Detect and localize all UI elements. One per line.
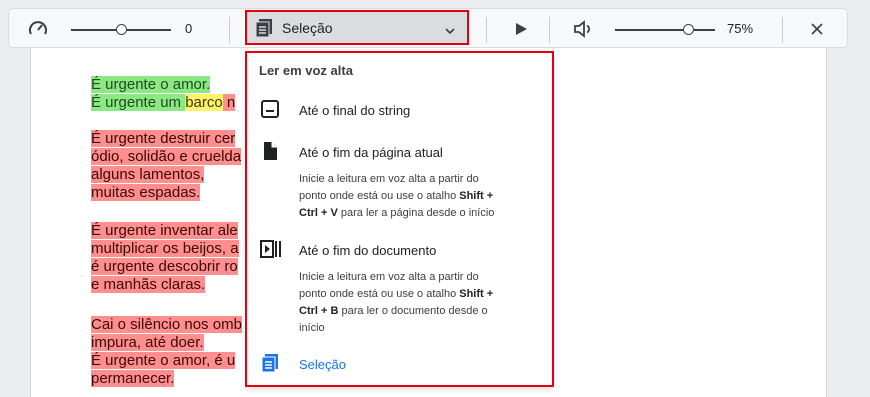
poem-line: multiplicar os beijos, a <box>91 240 239 258</box>
read-aloud-menu: Ler em voz alta Até o final do string At… <box>245 51 554 387</box>
menu-item-label: Até o final do string <box>299 103 411 118</box>
shortcut-text: Shift + <box>459 190 494 202</box>
highlighted-text: É urgente o amor, é u <box>91 352 236 369</box>
toolbar-divider <box>229 17 230 43</box>
close-icon[interactable] <box>807 19 827 39</box>
reading-mode-dropdown[interactable]: Seleção <box>245 10 469 45</box>
shortcut-text: Ctrl + B <box>299 305 339 317</box>
poem-line: impura, até doer. <box>91 334 204 352</box>
volume-slider-knob[interactable] <box>683 24 694 35</box>
toolbar-divider <box>782 17 783 43</box>
menu-item-label: Seleção <box>299 357 346 372</box>
highlighted-text: barco <box>185 94 223 111</box>
highlighted-text: É urgente o amor. <box>91 76 211 93</box>
highlighted-text: É urgente inventar ale <box>91 222 238 239</box>
poem-line: Cai o silêncio nos omb <box>91 316 242 334</box>
highlighted-text: Cai o silêncio nos omb <box>91 316 242 333</box>
poem-line: É urgente destruir cer <box>91 130 236 148</box>
poem-line: É urgente o amor. <box>91 76 211 94</box>
speed-value: 0 <box>185 21 193 36</box>
volume-value: 75% <box>727 21 754 36</box>
highlighted-text: É urgente destruir cer <box>91 130 236 147</box>
toolbar-divider <box>549 17 550 43</box>
dropdown-label: Seleção <box>282 19 333 36</box>
menu-item-description: Inicie a leitura em voz alta a partir do… <box>299 171 529 222</box>
highlighted-text: e manhãs claras. <box>91 276 206 293</box>
poem-line: É urgente um barco n <box>91 94 236 112</box>
selection-doc-icon <box>260 353 280 378</box>
poem-line: É urgente inventar ale <box>91 222 238 240</box>
poem-line: alguns lamentos, <box>91 166 205 184</box>
highlighted-text: alguns lamentos, <box>91 166 205 183</box>
chevron-down-icon <box>445 22 455 40</box>
highlighted-text: É urgente um <box>91 94 186 111</box>
speed-slider-knob[interactable] <box>116 24 127 35</box>
menu-item-label: Até o fim da página atual <box>299 145 443 160</box>
desc-text: início <box>299 322 325 334</box>
desc-text: ponto onde está ou use o atalho <box>299 190 460 202</box>
poem-line: é urgente descobrir ro <box>91 258 238 276</box>
menu-title: Ler em voz alta <box>259 63 353 78</box>
page-icon <box>260 141 280 166</box>
menu-item-label: Até o fim do documento <box>299 243 437 258</box>
poem-line: É urgente o amor, é u <box>91 352 236 370</box>
desc-text: ponto onde está ou use o atalho <box>299 288 460 300</box>
highlighted-text: impura, até doer. <box>91 334 204 351</box>
toolbar-divider <box>486 17 487 43</box>
menu-item-description: Inicie a leitura em voz alta a partir do… <box>299 269 529 337</box>
highlighted-text: ódio, solidão e cruelda <box>91 148 242 165</box>
highlighted-text: muitas espadas. <box>91 184 201 201</box>
desc-text: para ler a página desde o início <box>337 207 495 219</box>
shortcut-text: Ctrl + V <box>299 207 338 219</box>
highlighted-text: multiplicar os beijos, a <box>91 240 239 257</box>
shortcut-text: Shift + <box>459 288 494 300</box>
poem-line: ódio, solidão e cruelda <box>91 148 242 166</box>
poem-line: muitas espadas. <box>91 184 201 202</box>
desc-text: para ler o documento desde o <box>338 305 488 317</box>
selection-doc-icon <box>254 18 274 38</box>
poem-line: permanecer. <box>91 370 175 388</box>
document-end-icon <box>260 239 282 264</box>
volume-slider[interactable] <box>615 29 715 31</box>
poem-line: e manhãs claras. <box>91 276 206 294</box>
highlighted-text: n <box>222 94 236 111</box>
desc-text: Inicie a leitura em voz alta a partir do <box>299 173 479 185</box>
volume-icon[interactable] <box>572 19 594 39</box>
text-cursor-doc-icon <box>260 99 280 124</box>
highlighted-text: é urgente descobrir ro <box>91 258 238 275</box>
highlighted-text: permanecer. <box>91 370 175 387</box>
speed-gauge-icon[interactable] <box>27 19 49 39</box>
desc-text: Inicie a leitura em voz alta a partir do <box>299 271 479 283</box>
play-icon[interactable] <box>511 19 531 39</box>
